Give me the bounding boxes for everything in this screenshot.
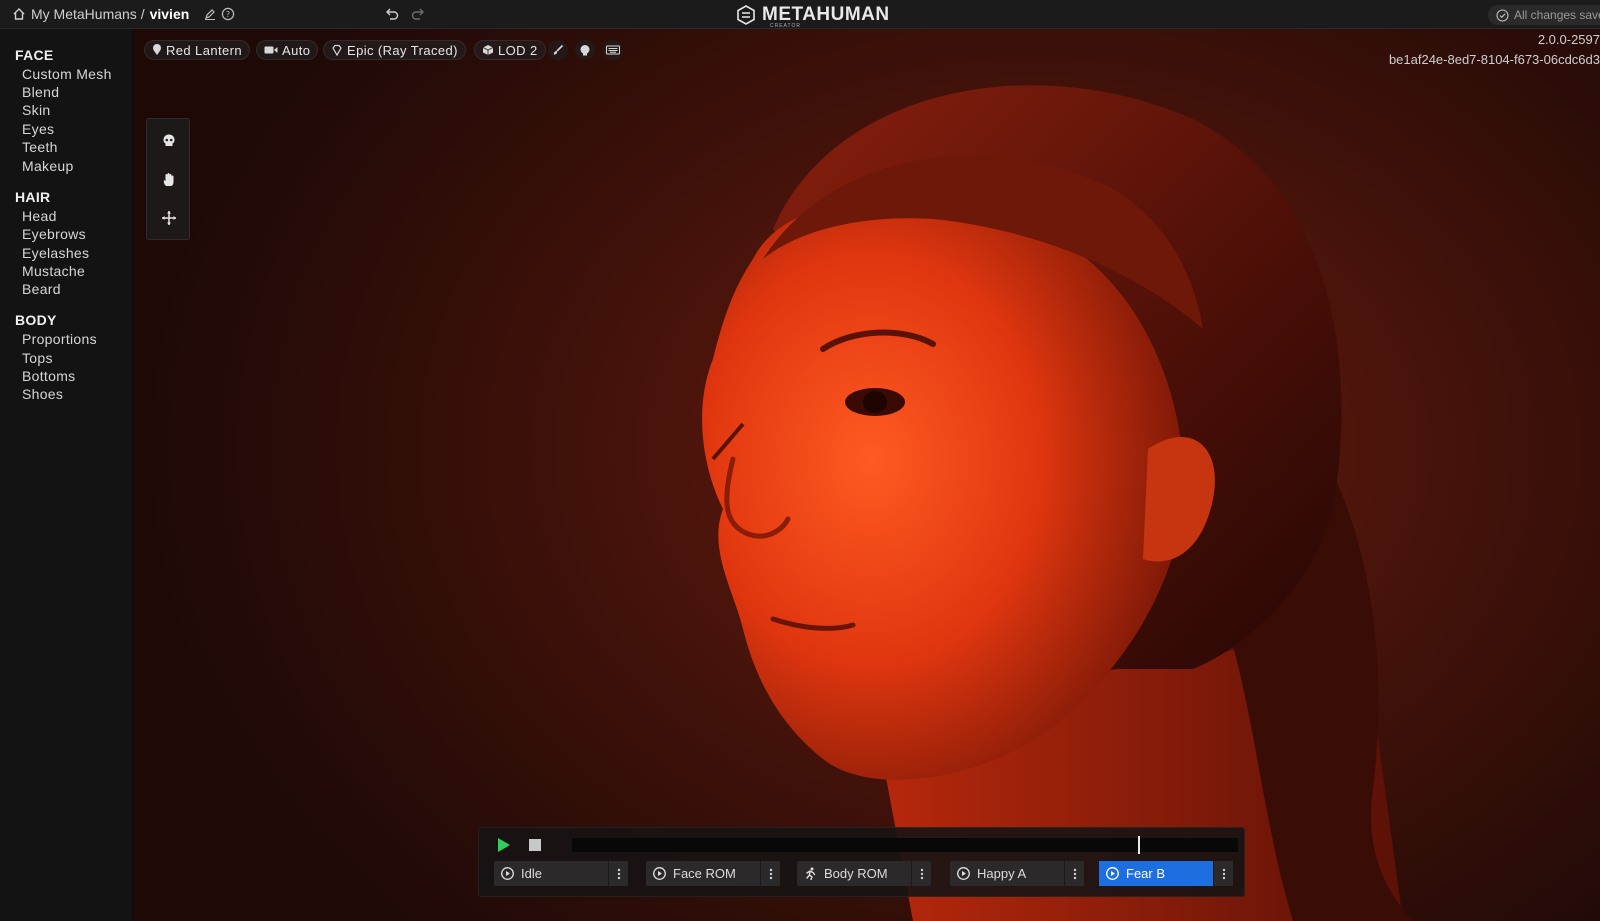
stop-icon[interactable] [529, 839, 541, 851]
character-viewport[interactable]: Red Lantern Auto Epic (Ray Traced) LOD 2… [133, 29, 1600, 921]
sidebar-item-makeup[interactable]: Makeup [22, 158, 74, 174]
brush-icon-button[interactable] [548, 40, 568, 60]
render-quality-button[interactable]: Epic (Ray Traced) [323, 40, 466, 60]
sidebar-item-mustache[interactable]: Mustache [22, 263, 85, 279]
sidebar-item-bottoms[interactable]: Bottoms [22, 368, 75, 384]
camera-mode-button[interactable]: Auto [256, 40, 319, 60]
play-circle-icon [957, 867, 970, 880]
diamond-icon [332, 44, 342, 56]
sidebar-item-tops[interactable]: Tops [22, 350, 53, 366]
redo-icon[interactable] [410, 6, 426, 27]
play-circle-icon [501, 867, 514, 880]
more-options-icon[interactable] [608, 861, 628, 886]
sidebar-item-teeth[interactable]: Teeth [22, 139, 58, 155]
save-status-badge: All changes saved [1488, 5, 1600, 25]
build-id: be1af24e-8ed7-8104-f673-06cdc6d3 [1388, 52, 1600, 67]
sidebar-item-beard[interactable]: Beard [22, 281, 61, 297]
sidebar-item-proportions[interactable]: Proportions [22, 331, 97, 347]
hand-pointer-icon[interactable] [158, 169, 180, 191]
sidebar-item-blend[interactable]: Blend [22, 84, 59, 100]
breadcrumb-root-link[interactable]: My MetaHumans / [31, 6, 145, 22]
head-profile-icon [580, 45, 590, 56]
more-options-icon[interactable] [1213, 861, 1233, 886]
metahuman-logo: METAHUMAN CREATOR [736, 4, 890, 29]
character-render [702, 85, 1413, 921]
head-view-icon-button[interactable] [575, 40, 595, 60]
sidebar-section-face: FACE [15, 47, 54, 63]
version-info: 2.0.0-2597 be1af24e-8ed7-8104-f673-06cdc… [1389, 30, 1600, 70]
sidebar-section-body: BODY [15, 312, 57, 328]
clip-idle[interactable]: Idle [494, 861, 628, 886]
top-bar: My MetaHumans / vivien ? METAHUMAN CREAT… [0, 0, 1600, 29]
skull-icon[interactable] [158, 130, 180, 152]
more-options-icon[interactable] [1064, 861, 1084, 886]
undo-icon[interactable] [384, 6, 400, 27]
sidebar-item-head[interactable]: Head [22, 208, 57, 224]
keyboard-icon [606, 45, 620, 55]
sidebar-section-hair: HAIR [15, 189, 51, 205]
sidebar: FACE Custom Mesh Blend Skin Eyes Teeth M… [0, 29, 133, 921]
cube-icon [482, 45, 494, 55]
clip-face-rom[interactable]: Face ROM [646, 861, 780, 886]
home-icon[interactable] [12, 7, 26, 21]
sidebar-item-custom-mesh[interactable]: Custom Mesh [22, 66, 112, 82]
sidebar-item-eyes[interactable]: Eyes [22, 121, 54, 137]
version-number: 2.0.0-2597 [1537, 32, 1600, 47]
play-icon[interactable] [497, 837, 511, 858]
keyboard-icon-button[interactable] [603, 40, 623, 60]
animation-timeline[interactable] [572, 836, 1238, 854]
play-circle-icon [1106, 867, 1119, 880]
edit-name-icon[interactable] [204, 8, 216, 20]
sidebar-item-skin[interactable]: Skin [22, 102, 50, 118]
lighting-preset-button[interactable]: Red Lantern [144, 40, 250, 60]
timeline-playhead[interactable] [1138, 836, 1141, 854]
character-name: vivien [149, 6, 190, 22]
move-icon[interactable] [158, 207, 180, 229]
running-figure-icon [806, 867, 816, 880]
sidebar-item-eyelashes[interactable]: Eyelashes [22, 245, 89, 261]
clip-happy-a[interactable]: Happy A [950, 861, 1084, 886]
clip-body-rom[interactable]: Body ROM [797, 861, 931, 886]
svg-text:?: ? [226, 10, 230, 19]
map-pin-icon [153, 44, 161, 55]
animation-panel: Idle Face ROM Body ROM Happy A Fear B [478, 827, 1245, 897]
metahuman-logo-icon [737, 5, 755, 25]
viewport-tool-palette [146, 118, 190, 240]
video-camera-icon [264, 46, 278, 54]
check-circle-icon [1496, 8, 1509, 22]
brush-icon [553, 44, 564, 55]
help-icon[interactable]: ? [221, 7, 235, 21]
lod-button[interactable]: LOD 2 [474, 40, 546, 60]
clip-fear-b[interactable]: Fear B [1099, 861, 1233, 886]
more-options-icon[interactable] [760, 861, 780, 886]
more-options-icon[interactable] [911, 861, 931, 886]
play-circle-icon [653, 867, 666, 880]
sidebar-item-eyebrows[interactable]: Eyebrows [22, 226, 86, 242]
sidebar-item-shoes[interactable]: Shoes [22, 386, 63, 402]
breadcrumb: My MetaHumans / vivien ? [12, 6, 235, 22]
